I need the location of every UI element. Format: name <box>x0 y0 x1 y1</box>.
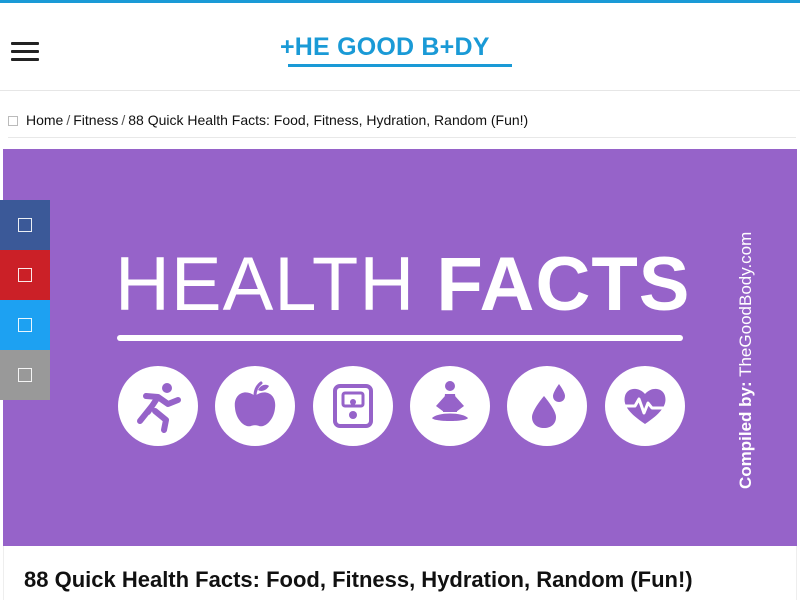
credit-site: TheGoodBody.com <box>736 231 755 377</box>
apple-icon <box>215 366 295 446</box>
water-drops-icon <box>507 366 587 446</box>
breadcrumb-fitness[interactable]: Fitness <box>73 112 118 128</box>
share-bar <box>0 200 50 400</box>
email-icon <box>18 368 32 382</box>
home-icon <box>8 116 18 126</box>
hero-image: HEALTH FACTS Compiled by: TheGoodBody.co… <box>3 149 797 546</box>
hero-title-bold: FACTS <box>436 242 691 327</box>
article-title: 88 Quick Health Facts: Food, Fitness, Hy… <box>24 567 693 592</box>
twitter-icon <box>18 318 32 332</box>
hero-title: HEALTH FACTS <box>115 245 690 325</box>
hero-divider <box>117 335 683 341</box>
hero-icons <box>118 366 688 448</box>
breadcrumb-current: 88 Quick Health Facts: Food, Fitness, Hy… <box>128 112 529 128</box>
heart-rate-icon <box>605 366 685 446</box>
hero-credit: Compiled by: TheGoodBody.com <box>736 199 756 489</box>
facebook-share-button[interactable] <box>0 200 50 250</box>
credit-label: Compiled by: <box>736 381 755 489</box>
site-logo[interactable]: +HE GOOD B+DY <box>280 33 520 69</box>
twitter-share-button[interactable] <box>0 300 50 350</box>
breadcrumb-separator: / <box>66 112 71 128</box>
facebook-icon <box>18 218 32 232</box>
scale-icon <box>313 366 393 446</box>
email-share-button[interactable] <box>0 350 50 400</box>
meditation-icon <box>410 366 490 446</box>
breadcrumb-home[interactable]: Home <box>26 112 63 128</box>
runner-icon <box>118 366 198 446</box>
breadcrumb-separator: / <box>121 112 126 128</box>
menu-icon[interactable] <box>11 42 39 62</box>
logo-text: +HE GOOD B+DY <box>280 33 490 61</box>
breadcrumb: Home / Fitness/88 Quick Health Facts: Food… <box>8 112 796 138</box>
logo-underline <box>288 64 512 67</box>
pinterest-icon <box>18 268 32 282</box>
site-header: +HE GOOD B+DY <box>0 3 800 91</box>
hero-title-light: HEALTH <box>115 242 416 327</box>
pinterest-share-button[interactable] <box>0 250 50 300</box>
